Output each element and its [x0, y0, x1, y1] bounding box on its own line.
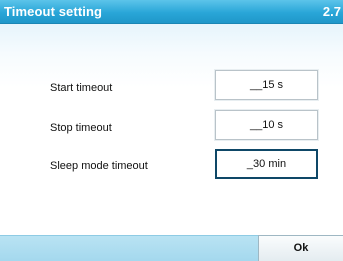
ok-button[interactable]: Ok — [258, 235, 343, 261]
page-title: Timeout setting — [4, 4, 103, 19]
title-bar: Timeout setting 2.7 — [0, 0, 343, 24]
start-timeout-field[interactable]: __15 s — [215, 70, 318, 100]
stop-timeout-label: Stop timeout — [50, 122, 112, 134]
sleep-mode-timeout-label: Sleep mode timeout — [50, 160, 148, 172]
stop-timeout-field[interactable]: __10 s — [215, 110, 318, 140]
timeout-setting-screen: Timeout setting 2.7 Start timeout __15 s… — [0, 0, 343, 261]
settings-panel: Start timeout __15 s Stop timeout __10 s… — [0, 24, 343, 235]
start-timeout-label: Start timeout — [50, 82, 113, 94]
sleep-mode-timeout-field[interactable]: _30 min — [215, 149, 318, 179]
page-number: 2.7 — [322, 4, 341, 19]
